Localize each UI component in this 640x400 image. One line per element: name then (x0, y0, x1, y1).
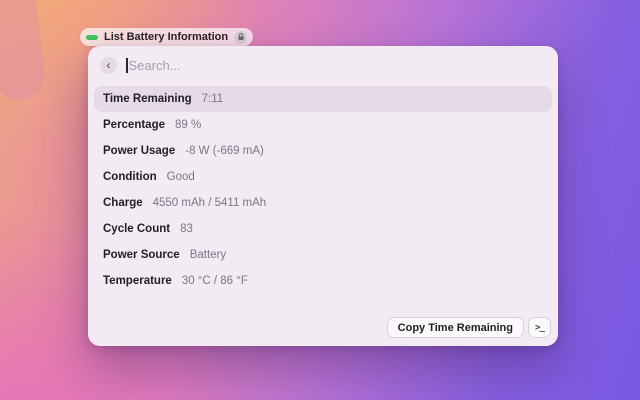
command-title: List Battery Information (104, 31, 229, 43)
row-label: Power Usage (103, 145, 176, 157)
list-item[interactable]: Power Usage -8 W (-669 mA) (94, 138, 552, 164)
battery-info-window: ‹ Search... Time Remaining 7:11 Percenta… (88, 46, 558, 346)
text-caret (126, 57, 128, 73)
terminal-prompt-icon[interactable]: >_ (528, 317, 551, 338)
row-label: Charge (103, 197, 143, 209)
list-item[interactable]: Cycle Count 83 (94, 216, 552, 242)
row-value: Good (166, 171, 195, 183)
battery-level-icon (86, 34, 98, 40)
row-label: Cycle Count (103, 223, 171, 235)
list-item[interactable]: Power Source Battery (94, 242, 552, 268)
row-value: 83 (180, 223, 193, 235)
list-item[interactable]: Percentage 89 % (94, 112, 552, 138)
row-label: Percentage (103, 119, 166, 131)
row-label: Temperature (103, 275, 172, 287)
action-bar: Copy Time Remaining >_ (88, 317, 558, 346)
row-label: Power Source (103, 249, 180, 261)
row-value: -8 W (-669 mA) (185, 145, 264, 157)
row-value: 4550 mAh / 5411 mAh (152, 197, 267, 209)
lock-icon (234, 30, 248, 44)
list-item[interactable]: Temperature 30 °C / 86 °F (94, 268, 552, 294)
search-header: ‹ Search... (88, 46, 558, 84)
battery-info-list: Time Remaining 7:11 Percentage 89 % Powe… (88, 84, 558, 294)
back-button[interactable]: ‹ (100, 56, 117, 74)
row-value: 7:11 (201, 93, 224, 105)
list-item[interactable]: Charge 4550 mAh / 5411 mAh (94, 190, 552, 216)
row-label: Time Remaining (103, 93, 192, 105)
list-item[interactable]: Time Remaining 7:11 (94, 86, 552, 112)
search-placeholder: Search... (128, 57, 181, 73)
copy-time-remaining-button[interactable]: Copy Time Remaining (386, 317, 524, 338)
list-item[interactable]: Condition Good (94, 164, 552, 190)
command-title-badge[interactable]: List Battery Information (80, 28, 254, 46)
search-input[interactable]: Search... (126, 57, 546, 73)
row-value: Battery (189, 249, 227, 261)
row-value: 89 % (175, 119, 202, 131)
row-value: 30 °C / 86 °F (181, 275, 248, 287)
row-label: Condition (103, 171, 157, 183)
